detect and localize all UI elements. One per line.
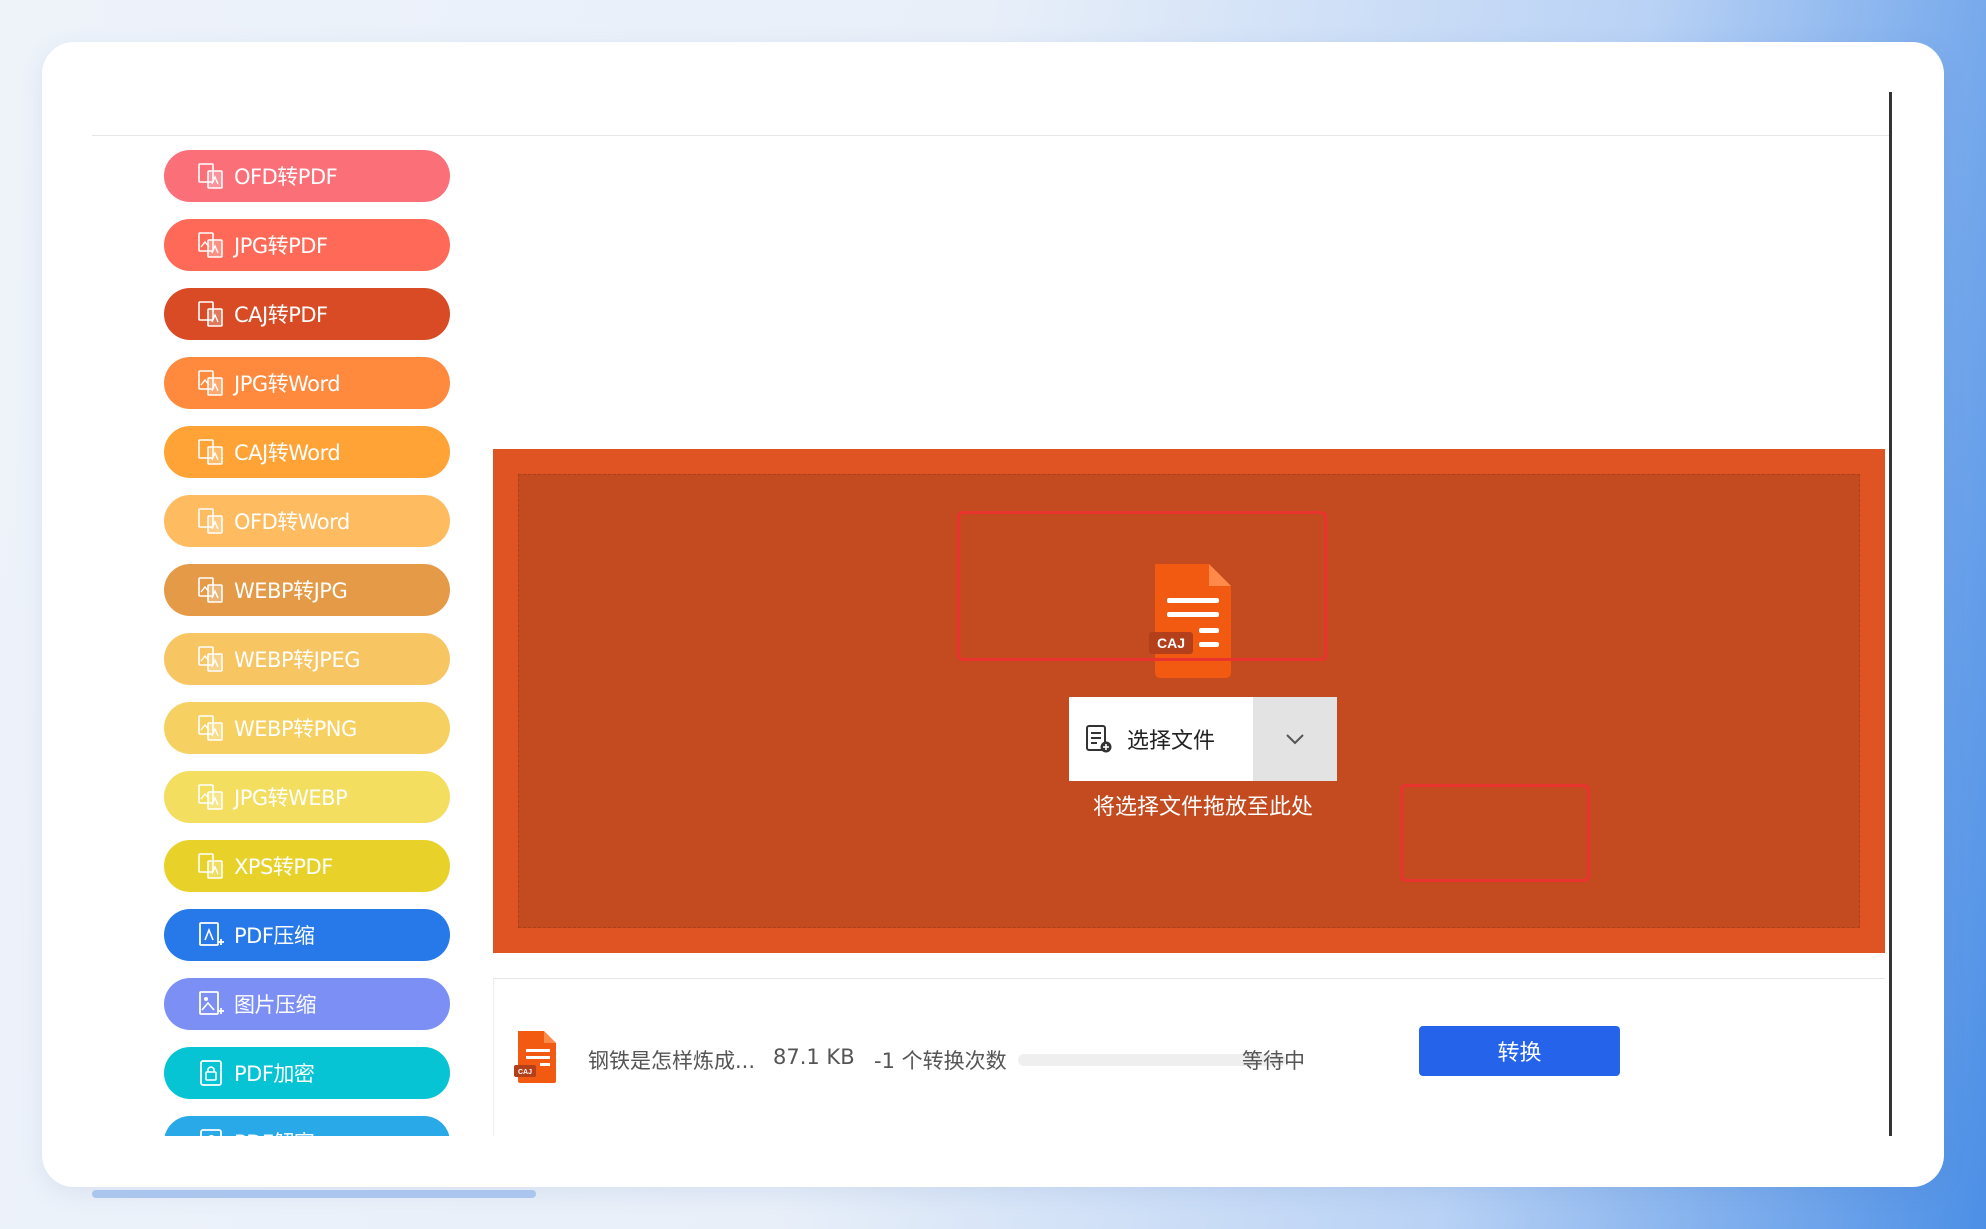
svg-text:CAJ: CAJ <box>518 1069 532 1076</box>
image-convert-icon <box>196 368 226 398</box>
file-row: CAJ 钢铁是怎样炼成... 87.1 KB -1 个转换次数 等待中 <box>493 978 1885 1136</box>
window-edge <box>1889 92 1892 1136</box>
horizontal-scrollbar[interactable] <box>92 1190 536 1198</box>
convert-button[interactable]: 转换 <box>1419 1026 1620 1076</box>
image-compress-icon <box>196 989 226 1019</box>
drop-hint-text: 将选择文件拖放至此处 <box>1092 795 1313 820</box>
sidebar-tool-10[interactable]: XPS转PDF <box>164 840 450 892</box>
lock-icon <box>196 1058 226 1088</box>
sidebar-tool-label: PDF解密 <box>234 1127 315 1136</box>
doc-convert-icon <box>196 851 226 881</box>
conversion-count: -1 个转换次数 <box>874 1049 1007 1073</box>
app-frame: OFD转PDF JPG转PDF CAJ转PDF JPG转Word CAJ转Word OFD… <box>92 92 1892 1136</box>
sidebar-tool-label: JPG转WEBP <box>234 786 348 810</box>
sidebar-tool-11[interactable]: PDF压缩 <box>164 909 450 961</box>
sidebar-tool-label: WEBP转JPEG <box>234 648 361 672</box>
image-convert-icon <box>196 575 226 605</box>
sidebar-tool-2[interactable]: CAJ转PDF <box>164 288 450 340</box>
sidebar-tool-label: WEBP转JPG <box>234 579 348 603</box>
sidebar-tool-12[interactable]: 图片压缩 <box>164 978 450 1030</box>
file-status: 等待中 <box>1242 1049 1305 1073</box>
image-convert-icon <box>196 713 226 743</box>
sidebar-tool-label: CAJ转PDF <box>234 303 328 327</box>
sidebar-tool-label: XPS转PDF <box>234 855 333 879</box>
highlight-outline <box>957 511 1327 661</box>
choose-file-control: 选择文件 <box>1069 697 1337 781</box>
file-size: 87.1 KB <box>773 1045 855 1069</box>
choose-file-dropdown[interactable] <box>1253 697 1337 781</box>
sidebar-tool-14[interactable]: PDF解密 <box>164 1116 450 1136</box>
image-convert-icon <box>196 230 226 260</box>
sidebar-tool-label: OFD转Word <box>234 510 350 534</box>
sidebar-tool-label: CAJ转Word <box>234 441 341 465</box>
choose-file-button[interactable]: 选择文件 <box>1069 697 1253 781</box>
sidebar-tool-1[interactable]: JPG转PDF <box>164 219 450 271</box>
chevron-down-icon <box>1286 734 1304 745</box>
choose-file-label: 选择文件 <box>1127 729 1216 754</box>
doc-convert-icon <box>196 506 226 536</box>
sidebar-tool-0[interactable]: OFD转PDF <box>164 150 450 202</box>
sidebar-tool-label: 图片压缩 <box>234 993 317 1017</box>
sidebar-tool-label: JPG转PDF <box>234 234 328 258</box>
sidebar-tool-3[interactable]: JPG转Word <box>164 357 450 409</box>
image-convert-icon <box>196 644 226 674</box>
caj-file-icon: CAJ <box>514 1031 556 1083</box>
unlock-icon <box>196 1127 226 1136</box>
doc-convert-icon <box>196 161 226 191</box>
image-convert-icon <box>196 782 226 812</box>
sidebar-tool-4[interactable]: CAJ转Word <box>164 426 450 478</box>
sidebar-tool-label: JPG转Word <box>234 372 341 396</box>
sidebar-tool-5[interactable]: OFD转Word <box>164 495 450 547</box>
sidebar-tool-13[interactable]: PDF加密 <box>164 1047 450 1099</box>
doc-convert-icon <box>196 437 226 467</box>
compress-icon <box>196 920 226 950</box>
tool-sidebar: OFD转PDF JPG转PDF CAJ转PDF JPG转Word CAJ转Word OFD… <box>164 150 450 1136</box>
sidebar-tool-label: PDF加密 <box>234 1062 315 1086</box>
sidebar-tool-7[interactable]: WEBP转JPEG <box>164 633 450 685</box>
sidebar-tool-label: PDF压缩 <box>234 924 315 948</box>
sidebar-tool-label: WEBP转PNG <box>234 717 357 741</box>
add-file-icon <box>1086 725 1112 753</box>
sidebar-tool-6[interactable]: WEBP转JPG <box>164 564 450 616</box>
sidebar-tool-8[interactable]: WEBP转PNG <box>164 702 450 754</box>
sidebar-tool-9[interactable]: JPG转WEBP <box>164 771 450 823</box>
top-bar <box>92 92 1892 136</box>
sidebar-tool-label: OFD转PDF <box>234 165 338 189</box>
highlight-outline <box>1400 784 1590 882</box>
file-name: 钢铁是怎样炼成... <box>588 1049 756 1073</box>
doc-convert-icon <box>196 299 226 329</box>
